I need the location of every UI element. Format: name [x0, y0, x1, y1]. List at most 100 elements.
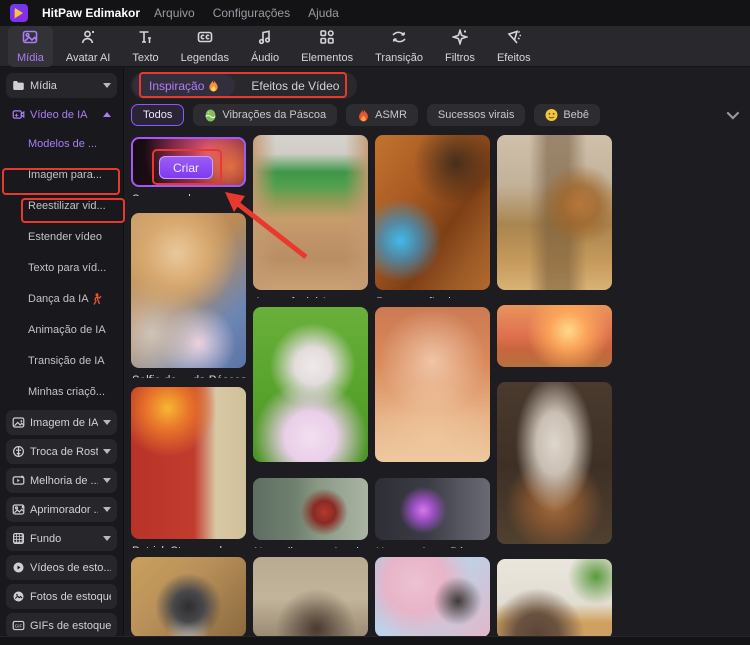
flame-icon: [359, 108, 369, 121]
sidebar-item-melhoria-de-video[interactable]: Melhoria de ...: [6, 468, 117, 493]
stock-photo-icon: [13, 591, 24, 602]
face-swap-icon: [13, 446, 24, 457]
chevron-down-icon: [103, 83, 111, 88]
baby-icon: [545, 108, 558, 121]
chip-vibracoes-da-pascoa[interactable]: Vibrações da Páscoa: [193, 103, 338, 126]
dancer-icon: [92, 293, 102, 305]
template-card-video-gato[interactable]: [497, 382, 612, 544]
template-card-man-shelf[interactable]: [497, 559, 612, 637]
toolbar-tab-transicao[interactable]: Transição: [366, 26, 432, 67]
sidebar-item-modelos-de[interactable]: Modelos de ...: [4, 131, 119, 157]
sidebar-item-minhas-criacoes[interactable]: Minhas criaçõ...: [4, 379, 119, 405]
ai-video-icon: [12, 110, 25, 119]
audio-icon: [257, 29, 273, 50]
toolbar-tab-avatar-ai[interactable]: Avatar AI: [57, 26, 119, 67]
easter-egg-icon: [205, 109, 216, 121]
template-caption: Sussurrando: [132, 193, 246, 196]
tab-group: Inspiração Efeitos de Vídeo: [131, 72, 358, 99]
toolbar: Mídia Avatar AI Texto Legendas Áudio Ele…: [0, 25, 750, 67]
template-card-aperto-facial[interactable]: [253, 135, 368, 290]
image-enhance-icon: [12, 504, 25, 515]
template-card-restauracao-porta[interactable]: [375, 135, 490, 290]
chevron-up-icon: [103, 112, 111, 117]
menu-configuracoes[interactable]: Configurações: [213, 6, 290, 20]
menu-bar: Arquivo Configurações Ajuda: [154, 6, 339, 20]
template-card-homem-aranha-dia[interactable]: [253, 478, 368, 541]
sidebar-item-troca-de-rosto[interactable]: Troca de Rost...: [6, 439, 117, 464]
menu-ajuda[interactable]: Ajuda: [308, 6, 339, 20]
filter-chips-row: Todos Vibrações da Páscoa ASMR Sucessos …: [131, 103, 744, 126]
svg-text:GIF: GIF: [15, 624, 23, 629]
template-caption: Selfie do ... da Páscoa: [132, 374, 246, 377]
sidebar-item-animacao-de-ia[interactable]: Animação de IA: [4, 317, 119, 343]
template-caption: Patrick Star em chamas: [132, 545, 246, 548]
template-card-penguin[interactable]: [131, 556, 246, 637]
menu-arquivo[interactable]: Arquivo: [154, 6, 195, 20]
chip-asmr[interactable]: ASMR: [346, 103, 418, 126]
template-card-derramamento-pascoa[interactable]: [375, 306, 490, 462]
sidebar-item-aprimorador[interactable]: Aprimorador ...: [6, 497, 117, 522]
sidebar-item-estender-video[interactable]: Estender vídeo: [4, 224, 119, 250]
template-caption: Restauração de porta: [376, 296, 490, 298]
sidebar-item-gifs-de-estoque[interactable]: GIF GIFs de estoque: [6, 613, 117, 637]
template-card-filhote-pascoa[interactable]: [497, 135, 612, 290]
sidebar-item-danca-da-ia[interactable]: Dança da IA: [4, 286, 119, 312]
template-caption: Derraman...a Páscoa: [376, 468, 490, 470]
template-grid: Criar Sussurrando Selfie do ... da Pásco…: [131, 135, 615, 637]
template-caption: Surpresa ...da Páscoa: [254, 468, 368, 470]
sidebar-item-imagem-para[interactable]: Imagem para...: [4, 162, 119, 188]
expand-categories-button[interactable]: [720, 103, 742, 125]
elements-icon: [319, 29, 335, 50]
sidebar-item-video-de-ia[interactable]: Vídeo de IA: [6, 102, 117, 127]
template-caption: Aperto facial 1: [254, 296, 368, 298]
app-window: HitPaw Edimakor Arquivo Configurações Aj…: [0, 0, 750, 645]
text-icon: [137, 29, 153, 50]
sidebar-item-transicao-de-ia[interactable]: Transição de IA: [4, 348, 119, 374]
template-card-kitchen[interactable]: [253, 557, 368, 637]
sidebar-item-midia[interactable]: Mídia: [6, 73, 117, 98]
avatar-icon: [80, 29, 96, 50]
toolbar-tab-midia[interactable]: Mídia: [8, 25, 53, 67]
template-card-homem-aranha-pascoa[interactable]: [375, 478, 490, 541]
sidebar-item-videos-de-estoque[interactable]: Vídeos de esto...: [6, 555, 117, 580]
titlebar: HitPaw Edimakor Arquivo Configurações Aj…: [0, 0, 750, 26]
media-icon: [22, 29, 38, 50]
filters-icon: [450, 27, 470, 50]
folder-icon: [13, 81, 24, 90]
template-card-ilha-amor-fruta[interactable]: [497, 305, 612, 367]
template-caption: Novo dia ...em-Aranha: [254, 546, 368, 548]
annotation-box-criar: [152, 149, 222, 185]
template-caption: Homem-Ar...a Páscoa: [376, 546, 490, 548]
chevron-down-icon: [103, 507, 111, 512]
toolbar-tab-audio[interactable]: Áudio: [242, 26, 288, 67]
video-enhance-icon: [12, 475, 25, 485]
template-card-selfie-pascoa[interactable]: [131, 213, 246, 369]
chip-bebe[interactable]: Bebê: [534, 103, 601, 126]
template-card-sussurrando[interactable]: Criar: [131, 137, 246, 187]
effects-icon: [506, 29, 522, 50]
tab-efeitos-de-video[interactable]: Efeitos de Vídeo: [235, 74, 355, 97]
sidebar: Mídia Vídeo de IA Modelos de ... Imagem …: [0, 67, 124, 637]
sidebar-item-imagem-de-ia[interactable]: Imagem de IA: [6, 410, 117, 435]
app-title: HitPaw Edimakor: [42, 6, 141, 20]
template-card-patrick-star[interactable]: [131, 386, 246, 539]
template-card-surpresa-pascoa[interactable]: [253, 306, 368, 462]
toolbar-tab-legendas[interactable]: Legendas: [172, 26, 238, 67]
chip-sucessos-virais[interactable]: Sucessos virais: [426, 103, 526, 126]
sidebar-item-texto-para-video[interactable]: Texto para víd...: [4, 255, 119, 281]
sidebar-item-reestilizar-video[interactable]: Reestilizar vid...: [4, 193, 119, 219]
chevron-down-icon: [103, 536, 111, 541]
template-card-cherry-blossom[interactable]: [375, 557, 490, 637]
chip-todos[interactable]: Todos: [131, 103, 185, 126]
chevron-down-icon: [726, 106, 739, 119]
toolbar-tab-texto[interactable]: Texto: [123, 26, 167, 67]
sidebar-item-fundo[interactable]: Fundo: [6, 526, 117, 551]
stock-video-icon: [13, 562, 24, 573]
chevron-down-icon: [103, 478, 111, 483]
sidebar-item-fotos-de-estoque[interactable]: Fotos de estoque: [6, 584, 117, 609]
gif-icon: GIF: [12, 620, 25, 631]
toolbar-tab-filtros[interactable]: Filtros: [436, 26, 484, 67]
tab-inspiracao[interactable]: Inspiração: [133, 74, 236, 97]
toolbar-tab-efeitos[interactable]: Efeitos: [488, 26, 540, 67]
toolbar-tab-elementos[interactable]: Elementos: [292, 26, 362, 67]
